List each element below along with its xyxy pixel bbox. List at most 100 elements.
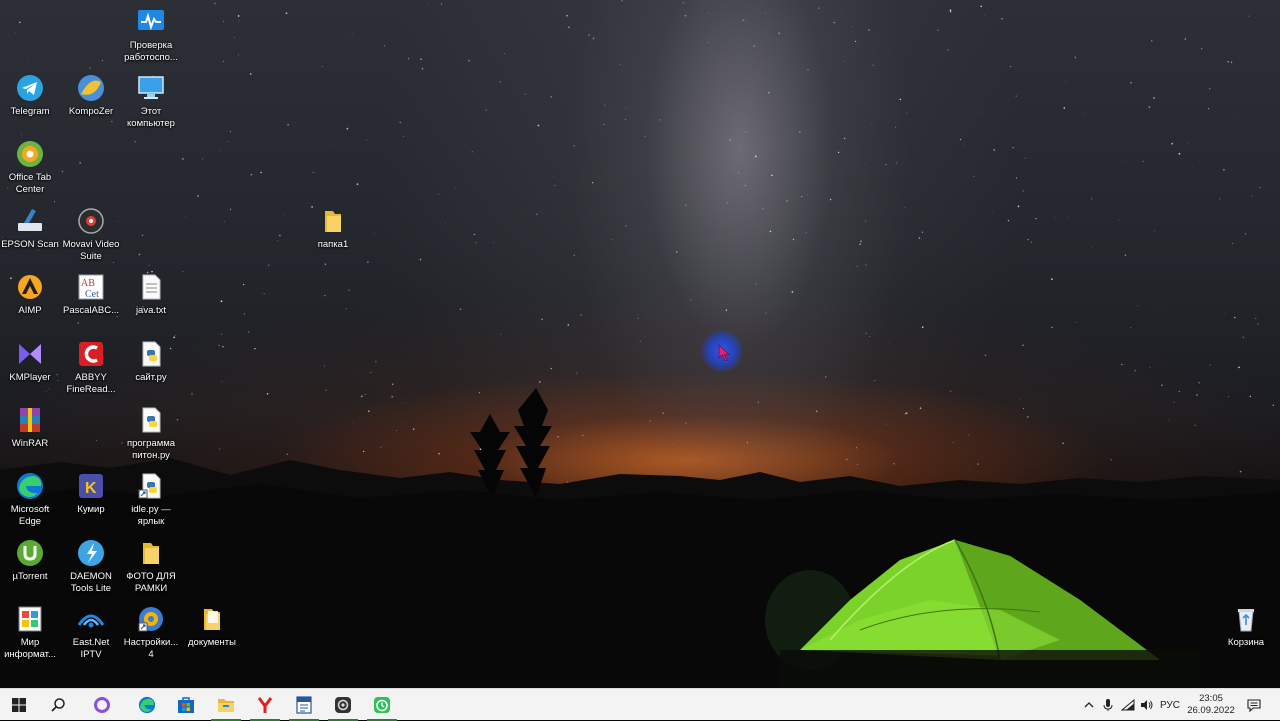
action-center-button[interactable] xyxy=(1240,689,1268,721)
svg-text:AB: AB xyxy=(81,278,95,289)
desktop-icon-epson-scan[interactable]: EPSON Scan xyxy=(0,205,60,251)
kompozer-icon xyxy=(75,72,107,104)
desktop-icon-label: Microsoft Edge xyxy=(0,504,60,527)
desktop-icon-label: KMPlayer xyxy=(0,372,60,384)
desktop-icon-movavi[interactable]: Movavi Video Suite xyxy=(61,205,121,262)
mir-informatiki-icon xyxy=(14,603,46,635)
desktop-icon-kmplayer[interactable]: KMPlayer xyxy=(0,338,60,384)
desktop-icon-utorrent[interactable]: µTorrent xyxy=(0,537,60,583)
desktop-icon-label: Movavi Video Suite xyxy=(61,239,121,262)
tray-microphone[interactable] xyxy=(1099,689,1117,721)
desktop-icon-label: документы xyxy=(182,637,242,649)
desktop-icon-label: EPSON Scan xyxy=(0,239,60,251)
taskbar-yandex-browser-button[interactable] xyxy=(246,689,284,721)
desktop-icon-java-txt[interactable]: java.txt xyxy=(121,271,181,317)
folder-icon xyxy=(196,603,228,635)
svg-text:K: K xyxy=(85,480,97,497)
cortana-icon xyxy=(92,695,112,715)
desktop-icon-aimp[interactable]: AIMP xyxy=(0,271,60,317)
desktop-icon-label: java.txt xyxy=(121,305,181,317)
desktop-icon-label: East.Net IPTV xyxy=(61,637,121,660)
taskbar-camera-app-button[interactable] xyxy=(324,689,362,721)
python-file-icon xyxy=(135,338,167,370)
desktop-icon-mir-informatiki[interactable]: Мир информат... xyxy=(0,603,60,660)
desktop-icon-kumir[interactable]: K Кумир xyxy=(61,470,121,516)
folder-icon xyxy=(317,205,349,237)
desktop-icon-edge[interactable]: Microsoft Edge xyxy=(0,470,60,527)
desktop-icon-label: сайт.py xyxy=(121,372,181,384)
screen-recorder-icon xyxy=(372,695,392,715)
desktop-icon-label: Проверка работоспо... xyxy=(121,40,181,63)
landscape xyxy=(0,0,1280,688)
desktop-icon-idle-shortcut[interactable]: idle.py — ярлык xyxy=(121,470,181,527)
python-file-icon xyxy=(135,404,167,436)
taskbar-word-doc-button[interactable] xyxy=(285,689,323,721)
desktop-icon-label: Настройки... 4 xyxy=(121,637,181,660)
taskbar-clock[interactable]: 23:05 26.09.2022 xyxy=(1186,689,1236,721)
camera-app-icon xyxy=(333,695,353,715)
taskbar: РУС 23:05 26.09.2022 xyxy=(0,688,1280,720)
desktop-icon-label: idle.py — ярлык xyxy=(121,504,181,527)
search-button[interactable] xyxy=(39,689,77,721)
edge-icon xyxy=(137,695,157,715)
movavi-icon xyxy=(75,205,107,237)
tray-overflow-button[interactable] xyxy=(1080,689,1098,721)
desktop-icon-health-check[interactable]: Проверка работоспо... xyxy=(121,6,181,63)
desktop-icon-office-tab[interactable]: Office Tab Center xyxy=(0,138,60,195)
taskbar-file-explorer-button[interactable] xyxy=(207,689,245,721)
desktop-icon-label: Telegram xyxy=(0,106,60,118)
desktop-icon-label: DAEMON Tools Lite xyxy=(61,571,121,594)
volume-icon xyxy=(1140,699,1154,711)
taskbar-store-button[interactable] xyxy=(167,689,205,721)
pascalabc-icon: ABCet xyxy=(75,271,107,303)
cortana-button[interactable] xyxy=(83,689,121,721)
clock-time: 23:05 xyxy=(1199,693,1223,705)
desktop-icon-folder-papka1[interactable]: папка1 xyxy=(303,205,363,251)
microphone-icon xyxy=(1103,698,1113,712)
desktop-icon-telegram[interactable]: Telegram xyxy=(0,72,60,118)
this-pc-icon xyxy=(135,72,167,104)
desktop-icon-label: Корзина xyxy=(1216,637,1276,649)
desktop-icon-winrar[interactable]: WinRAR xyxy=(0,404,60,450)
chevron-up-icon xyxy=(1084,701,1094,709)
desktop-icon-site-py[interactable]: сайт.py xyxy=(121,338,181,384)
epson-scan-icon xyxy=(14,205,46,237)
desktop[interactable]: Проверка работоспо... Telegram KompoZer … xyxy=(0,0,1280,688)
office-tab-icon xyxy=(14,138,46,170)
desktop-icon-kompozer[interactable]: KompoZer xyxy=(61,72,121,118)
desktop-icon-programma-python[interactable]: программа питон.ру xyxy=(121,404,181,461)
tray-network[interactable] xyxy=(1119,689,1137,721)
desktop-icon-recycle-bin[interactable]: Корзина xyxy=(1216,603,1276,649)
svg-text:Cet: Cet xyxy=(85,289,99,300)
taskbar-screen-recorder-button[interactable] xyxy=(363,689,401,721)
telegram-icon xyxy=(14,72,46,104)
start-button[interactable] xyxy=(0,689,38,721)
desktop-icon-settings-4[interactable]: Настройки... 4 xyxy=(121,603,181,660)
desktop-icon-this-pc[interactable]: Этот компьютер xyxy=(121,72,181,129)
daemon-tools-icon xyxy=(75,537,107,569)
desktop-icon-documents-folder[interactable]: документы xyxy=(182,603,242,649)
search-icon xyxy=(50,697,66,713)
desktop-icon-label: KompoZer xyxy=(61,106,121,118)
yandex-browser-icon xyxy=(255,695,275,715)
desktop-icon-foto-folder[interactable]: ФОТО ДЛЯ РАМКИ xyxy=(121,537,181,594)
desktop-icon-label: Мир информат... xyxy=(0,637,60,660)
desktop-icon-label: µTorrent xyxy=(0,571,60,583)
tray-volume[interactable] xyxy=(1138,689,1156,721)
file-explorer-icon xyxy=(216,695,236,715)
aimp-icon xyxy=(14,271,46,303)
desktop-icon-daemon-tools[interactable]: DAEMON Tools Lite xyxy=(61,537,121,594)
edge-icon xyxy=(14,470,46,502)
store-icon xyxy=(176,695,196,715)
settings-icon xyxy=(135,603,167,635)
desktop-icon-label: WinRAR xyxy=(0,438,60,450)
input-language-indicator[interactable]: РУС xyxy=(1156,689,1184,721)
winrar-icon xyxy=(14,404,46,436)
desktop-icon-abbyy[interactable]: ABBYY FineRead... xyxy=(61,338,121,395)
desktop-icon-label: Office Tab Center xyxy=(0,172,60,195)
desktop-icon-east-net-iptv[interactable]: East.Net IPTV xyxy=(61,603,121,660)
word-doc-icon xyxy=(294,695,314,715)
desktop-icon-pascalabc[interactable]: ABCet PascalABC... xyxy=(61,271,121,317)
wifi-icon xyxy=(1121,699,1135,711)
taskbar-edge-button[interactable] xyxy=(128,689,166,721)
